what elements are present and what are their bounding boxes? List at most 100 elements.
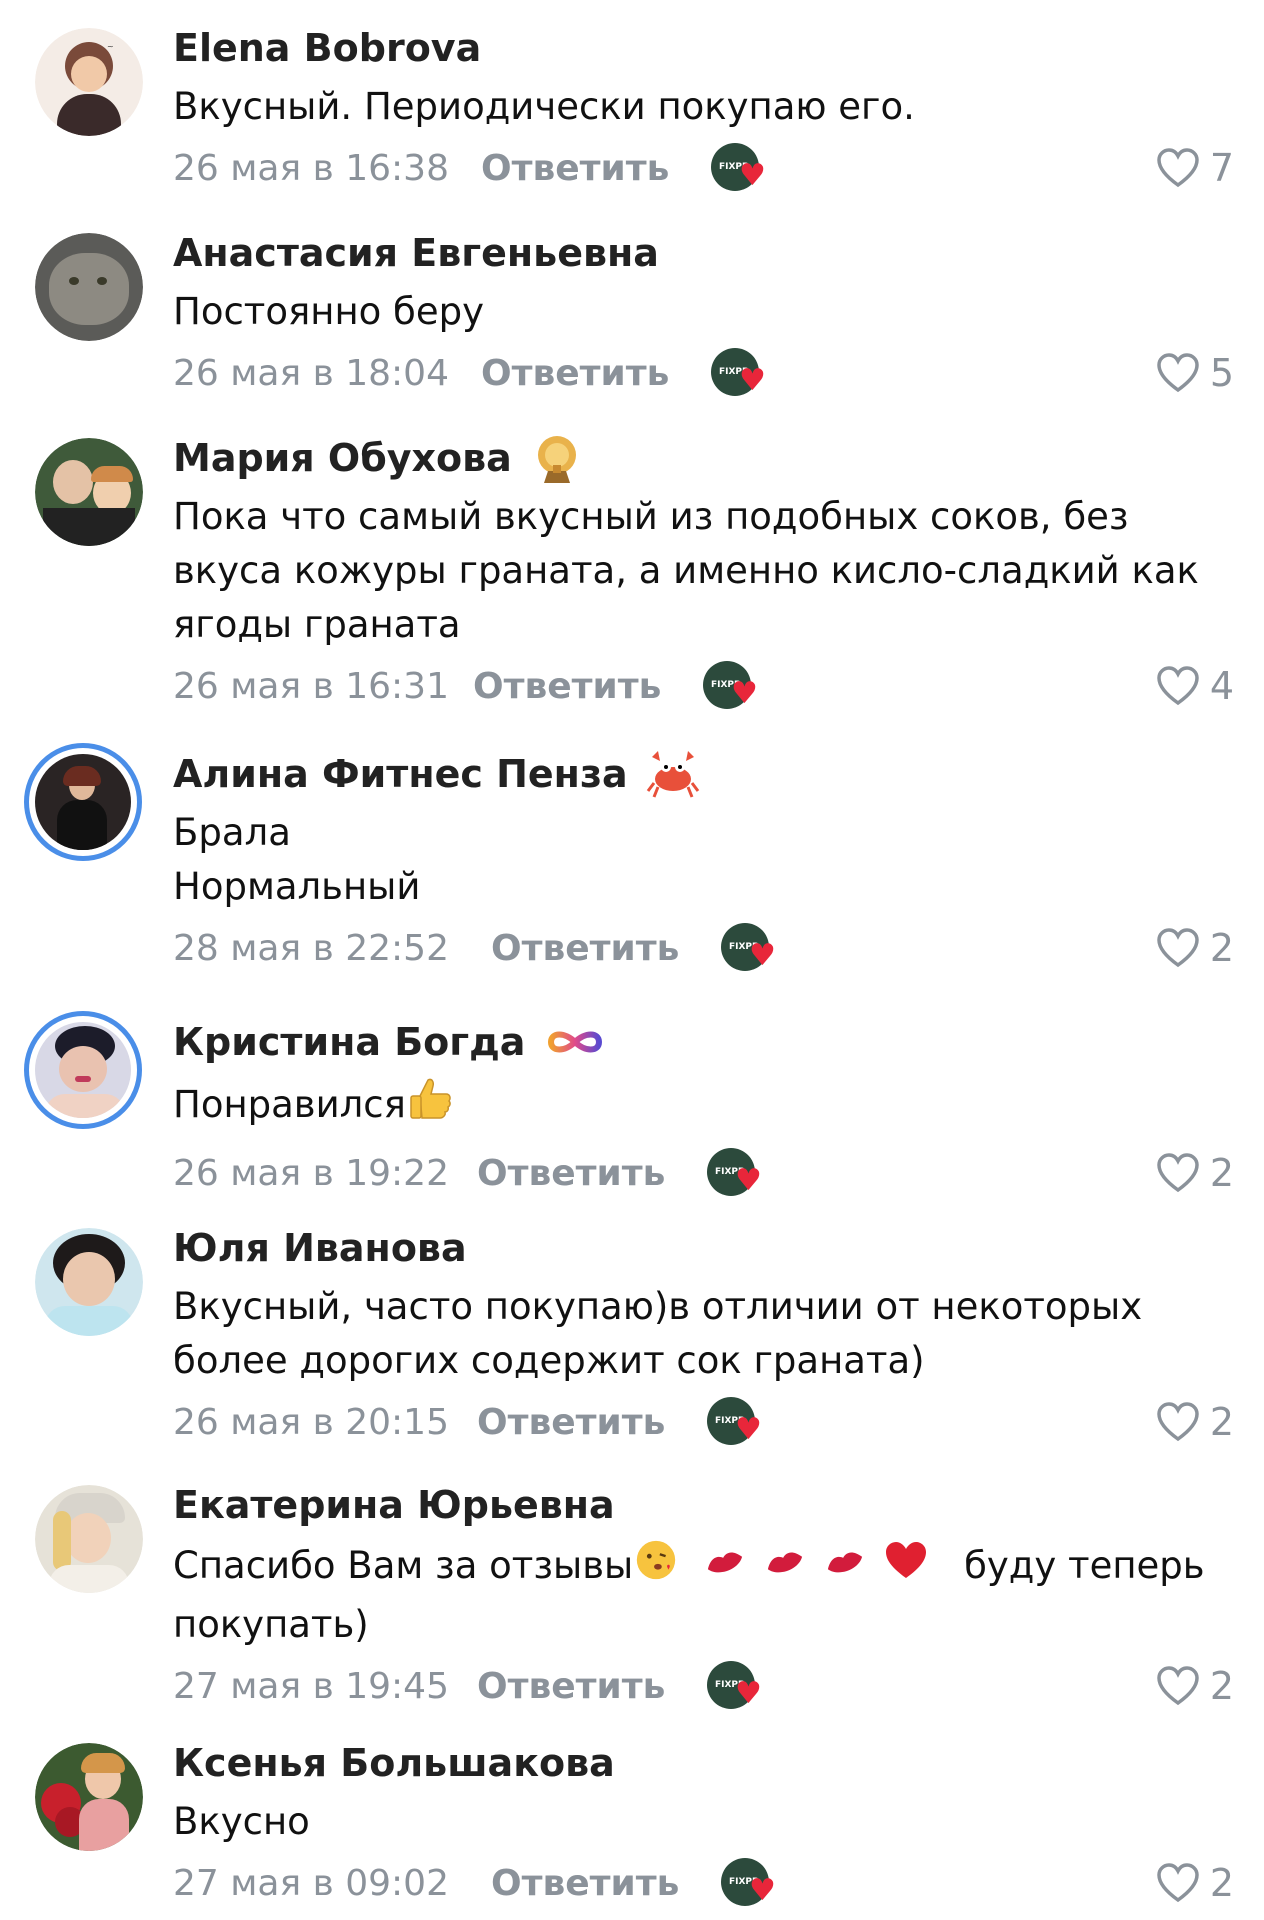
avatar-with-story[interactable] — [24, 1011, 142, 1129]
avatar[interactable] — [35, 233, 143, 341]
comment-text: Вкусно — [173, 1800, 310, 1843]
comment-text-line: вкуса кожуры граната, а именно кисло-сла… — [173, 549, 1199, 592]
like-count: 4 — [1209, 664, 1234, 708]
heart-icon: ♥ — [735, 1163, 762, 1198]
comment-date: 26 мая в 18:04 — [173, 352, 449, 394]
heart-icon: ♥ — [735, 1676, 762, 1711]
comment-text-line: Вкусный, часто покупаю)в отличии от неко… — [173, 1285, 1143, 1328]
comment-text: Постоянно беру — [173, 290, 484, 333]
heart-icon: ♥ — [739, 158, 766, 193]
heart-outline-icon — [1157, 353, 1199, 393]
author-reaction: FIXPR ♥ — [721, 923, 776, 973]
comment-text-part: буду теперь — [964, 1544, 1205, 1587]
like-count: 2 — [1209, 1151, 1234, 1195]
reply-button[interactable]: Ответить — [477, 1666, 707, 1707]
comment-text-line: Брала — [173, 811, 291, 854]
avatar[interactable] — [35, 1743, 143, 1851]
author-name[interactable]: Алина Фитнес Пенза — [173, 748, 1234, 800]
comment-date: 26 мая в 16:31 — [173, 665, 449, 707]
like-count: 7 — [1209, 146, 1234, 190]
heart-icon: ♥ — [739, 363, 766, 398]
author-reaction: FIXPR ♥ — [707, 1148, 762, 1198]
author-name[interactable]: Мария Обухова — [173, 432, 1234, 484]
like-button[interactable]: 2 — [1156, 1855, 1234, 1911]
lips-icon — [825, 1541, 865, 1595]
author-reaction: FIXPR ♥ — [721, 1858, 776, 1908]
heart-icon: ♥ — [749, 938, 776, 973]
author-reaction: FIXPR ♥ — [703, 661, 758, 711]
thumbs-up-icon — [406, 1074, 456, 1139]
comment-text-line: Пока что самый вкусный из подобных соков… — [173, 495, 1129, 538]
red-heart-icon — [884, 1540, 928, 1595]
infinity-icon[interactable] — [543, 1015, 607, 1069]
reply-button[interactable]: Ответить — [481, 353, 711, 394]
comment-text-line: Спасибо Вам за отзывы буду теперь — [173, 1537, 1234, 1598]
heart-outline-icon — [1157, 928, 1199, 968]
comment-date: 26 мая в 19:22 — [173, 1152, 449, 1194]
comment-text-line: Нормальный — [173, 865, 421, 908]
avatar[interactable]: ~ — [35, 28, 143, 136]
author-name[interactable]: Юля Иванова — [173, 1222, 1234, 1274]
avatar[interactable] — [35, 1485, 143, 1593]
reply-button[interactable]: Ответить — [491, 928, 721, 969]
comment-text: Вкусный. Периодически покупаю его. — [173, 85, 915, 128]
trophy-badge-icon[interactable] — [530, 431, 584, 485]
like-count: 2 — [1209, 1861, 1234, 1905]
comment-text: Пока что самый вкусный из подобных соков… — [173, 490, 1234, 652]
lips-icon — [765, 1541, 805, 1595]
like-button[interactable]: 7 — [1156, 140, 1234, 196]
comment-text-part: Спасибо Вам за отзывы — [173, 1544, 634, 1587]
author-reaction: FIXPR ♥ — [707, 1661, 762, 1711]
comment-text: Вкусный, часто покупаю)в отличии от неко… — [173, 1280, 1234, 1388]
author-reaction: FIXPR ♥ — [711, 143, 766, 193]
reply-button[interactable]: Ответить — [491, 1863, 721, 1904]
author-name[interactable]: Анастасия Евгеньевна — [173, 227, 1234, 279]
like-button[interactable]: 2 — [1156, 920, 1234, 976]
avatar[interactable] — [35, 1228, 143, 1336]
like-button[interactable]: 2 — [1156, 1658, 1234, 1714]
comment-date: 28 мая в 22:52 — [173, 927, 449, 969]
like-button[interactable]: 2 — [1156, 1394, 1234, 1450]
reply-button[interactable]: Ответить — [481, 148, 711, 189]
author-name[interactable]: Elena Bobrova — [173, 22, 1234, 74]
like-button[interactable]: 4 — [1156, 658, 1234, 714]
kiss-face-icon — [633, 1537, 679, 1598]
heart-outline-icon — [1157, 1666, 1199, 1706]
heart-outline-icon — [1157, 1402, 1199, 1442]
reply-button[interactable]: Ответить — [473, 666, 703, 707]
like-count: 5 — [1209, 351, 1234, 395]
comment-text-line: ягоды граната — [173, 603, 461, 646]
author-name-text: Алина Фитнес Пенза — [173, 752, 628, 796]
comment-text: Брала Нормальный — [173, 806, 1234, 914]
heart-outline-icon — [1157, 1863, 1199, 1903]
avatar[interactable] — [35, 438, 143, 546]
reply-button[interactable]: Ответить — [477, 1153, 707, 1194]
heart-icon: ♥ — [731, 676, 758, 711]
author-reaction: FIXPR ♥ — [707, 1397, 762, 1447]
heart-outline-icon — [1157, 1153, 1199, 1193]
heart-icon: ♥ — [749, 1873, 776, 1908]
comment-date: 27 мая в 09:02 — [173, 1862, 449, 1904]
like-button[interactable]: 5 — [1156, 345, 1234, 401]
comment-text-line: Понравился — [173, 1083, 406, 1126]
comment-date: 27 мая в 19:45 — [173, 1665, 449, 1707]
author-name[interactable]: Екатерина Юрьевна — [173, 1479, 1234, 1531]
like-button[interactable]: 2 — [1156, 1145, 1234, 1201]
like-count: 2 — [1209, 1400, 1234, 1444]
author-name[interactable]: Кристина Богда — [173, 1016, 1234, 1068]
like-count: 2 — [1209, 926, 1234, 970]
reply-button[interactable]: Ответить — [477, 1402, 707, 1443]
lips-icon — [705, 1541, 745, 1595]
comment-text-line: более дорогих содержит сок граната) — [173, 1339, 925, 1382]
comment-date: 26 мая в 20:15 — [173, 1401, 449, 1443]
author-name-text: Кристина Богда — [173, 1020, 526, 1064]
comment-text: Понравился — [173, 1074, 1234, 1139]
like-count: 2 — [1209, 1664, 1234, 1708]
author-reaction: FIXPR ♥ — [711, 348, 766, 398]
author-name[interactable]: Ксенья Большакова — [173, 1737, 1234, 1789]
crab-emoji-icon[interactable] — [646, 747, 700, 801]
avatar-with-story[interactable] — [24, 743, 142, 861]
heart-outline-icon — [1157, 666, 1199, 706]
heart-icon: ♥ — [735, 1412, 762, 1447]
comment-text-line: покупать) — [173, 1603, 369, 1646]
